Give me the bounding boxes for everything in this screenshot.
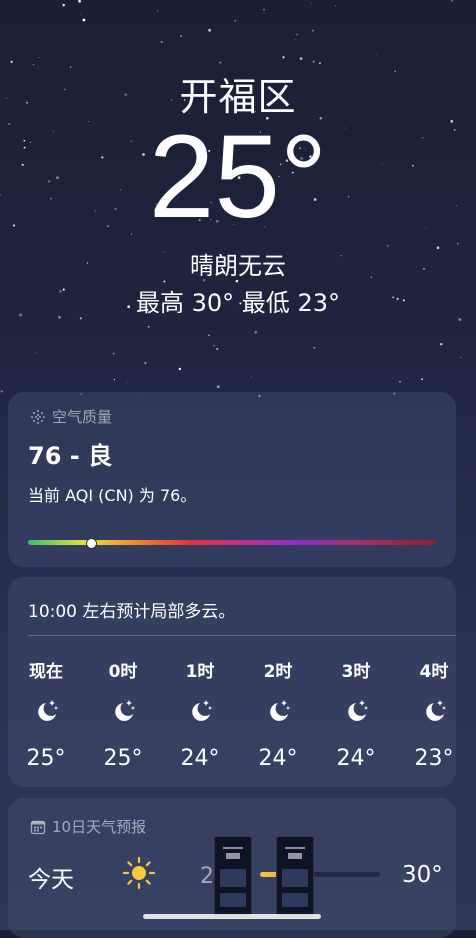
- ten-day-title: 10日天气预报: [52, 818, 147, 836]
- air-quality-header: 空气质量: [30, 406, 112, 427]
- hour-temp: 24°: [258, 746, 298, 771]
- hour-temp: 23°: [414, 746, 454, 771]
- hour-temp: 25°: [103, 746, 143, 771]
- hourly-list[interactable]: 现在 25° 0时 25° 1时 24° 2时 24° 3时 24° 4时 23°: [8, 657, 464, 771]
- moon-stars-icon: [426, 700, 446, 721]
- calendar-icon: [30, 820, 46, 834]
- aqi-description: 当前 AQI (CN) 为 76。: [28, 486, 197, 505]
- aqi-grid-icon: [31, 409, 45, 424]
- hour-temp: 25°: [26, 746, 66, 771]
- moon-stars-icon: [270, 700, 290, 721]
- hour-item: 0时 25°: [93, 657, 153, 771]
- hour-label: 现在: [29, 662, 63, 682]
- hour-item: 3时 24°: [326, 657, 386, 771]
- current-temperature: 25°: [148, 111, 328, 243]
- aqi-value: 76 - 良: [28, 442, 113, 470]
- hour-label: 3时: [341, 662, 371, 682]
- day-high-temp: 30°: [402, 862, 443, 888]
- aqi-indicator: [86, 538, 98, 549]
- hour-item: 2时 24°: [248, 657, 308, 771]
- hour-temp: 24°: [180, 746, 220, 771]
- ten-day-header: 10日天气预报: [30, 816, 146, 837]
- air-quality-card[interactable]: 空气质量 76 - 良 当前 AQI (CN) 为 76。: [8, 392, 456, 567]
- divider: [28, 635, 456, 636]
- hourly-forecast-card[interactable]: 10:00 左右预计局部多云。 现在 25° 0时 25° 1时 24° 2时 24° 3时 24…: [8, 577, 456, 787]
- sun-icon: [122, 856, 156, 890]
- weather-condition: 晴朗无云: [190, 252, 286, 280]
- app-thumbnail[interactable]: [214, 836, 252, 918]
- hour-label: 2时: [263, 662, 293, 682]
- hour-item: 现在 25°: [16, 657, 76, 771]
- app-thumbnail[interactable]: [276, 836, 314, 918]
- moon-stars-icon: [348, 700, 368, 721]
- air-quality-title: 空气质量: [52, 408, 113, 426]
- hour-label: 4时: [419, 662, 449, 682]
- moon-stars-icon: [38, 700, 58, 721]
- moon-stars-icon: [192, 700, 212, 721]
- hour-temp: 24°: [336, 746, 376, 771]
- high-low-temperature: 最高 30° 最低 23°: [136, 289, 340, 317]
- hour-item: 1时 24°: [170, 657, 230, 771]
- day-name: 今天: [28, 867, 74, 893]
- hour-item: 4时 23°: [404, 657, 464, 771]
- hour-label: 1时: [185, 662, 215, 682]
- hourly-summary: 10:00 左右预计局部多云。: [28, 602, 236, 622]
- aqi-scale-bar: [28, 538, 436, 549]
- home-indicator[interactable]: [143, 914, 321, 919]
- moon-stars-icon: [115, 700, 135, 721]
- day-low-temp: 2: [200, 864, 214, 889]
- hour-label: 0时: [108, 662, 138, 682]
